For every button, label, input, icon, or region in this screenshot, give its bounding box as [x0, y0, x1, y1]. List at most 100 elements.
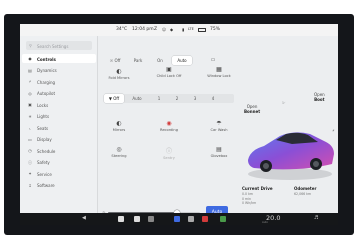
trunk-label: Boot — [314, 97, 325, 102]
child-lock-button[interactable]: ▣ Child Lock Off — [152, 66, 186, 86]
car-model-image — [248, 132, 334, 180]
volume-icon[interactable]: ♬ — [314, 215, 318, 221]
battery-level: 75% — [210, 27, 221, 32]
search-input[interactable]: ⚲ Search Settings — [26, 41, 92, 50]
car-wash-button[interactable]: ☂ Car Wash — [202, 120, 236, 140]
sidebar-item-seats[interactable]: ⌞ Seats — [22, 123, 96, 132]
frunk-label: Bonnet — [244, 109, 261, 114]
toggle-icon: ◉ — [28, 56, 32, 61]
display-icon: ▭ — [28, 136, 32, 142]
touchscreen: 34°C 12:04 pm Z ☺ ◆ ▮ LTE 75% ⚲ Search S… — [20, 24, 338, 225]
sidebar-item-locks[interactable]: ▣ Locks — [22, 100, 96, 109]
sidebar-item-dynamics[interactable]: ▤ Dynamics — [22, 66, 96, 75]
window-lock-button[interactable]: ▦ Window Lock — [202, 66, 236, 86]
headlights-off-button[interactable]: ☉ Off — [104, 56, 126, 65]
tile-label: Mirrors — [112, 128, 126, 132]
sentry-button[interactable]: ⓘ Sentry — [152, 146, 186, 166]
search-placeholder: Search Settings — [37, 43, 69, 49]
headlights-on-button[interactable]: On — [150, 56, 170, 65]
wiper-speed-4-button[interactable]: 4 — [206, 94, 220, 103]
sidebar-item-safety[interactable]: ⓘ Safety — [22, 158, 96, 167]
wiper-speed-2-button[interactable]: 2 — [170, 94, 184, 103]
headlight-mode-label: Off — [114, 58, 121, 63]
outside-temperature: 34°C — [116, 27, 128, 32]
pointer-cursor-icon: ☞ — [282, 100, 286, 105]
frunk-button[interactable]: Open Bonnet — [244, 104, 260, 114]
bluetooth-icon[interactable] — [174, 216, 180, 222]
headlights-auto-button[interactable]: Auto — [172, 56, 192, 65]
signal-label: LTE — [188, 27, 194, 31]
rear-rim — [313, 161, 319, 167]
download-icon: ↧ — [28, 182, 32, 188]
signal-icon: ▮ — [182, 27, 185, 32]
wiper-speed-3-button[interactable]: 3 — [188, 94, 202, 103]
tile-label: Child Lock Off — [156, 74, 182, 78]
mirror-icon: ◐ — [116, 120, 122, 127]
car-icon[interactable] — [118, 216, 124, 222]
lock-icon: ▣ — [28, 102, 32, 107]
current-drive-efficiency: 0 Wh/km — [242, 201, 257, 205]
controls-panel: ☉ Off Park On Auto ▭ ◐ Fold Mirrors ▣ Ch… — [100, 36, 238, 220]
headlights-park-button[interactable]: Park — [128, 56, 148, 65]
taskbar: ◀ 20.0 Auto ♬ — [20, 213, 338, 225]
shield-icon: ⓘ — [28, 159, 32, 165]
wiper-off-button[interactable]: ▼ Off — [104, 94, 124, 103]
car-status-panel: Open Bonnet Open Boot ☞ ⚡ Current Drive … — [240, 36, 338, 213]
wiper-speed-1-button[interactable]: 1 — [152, 94, 166, 103]
sidebar-item-schedule[interactable]: ◷ Schedule — [22, 146, 96, 155]
sidebar-item-charging[interactable]: ⚡ Charging — [22, 77, 96, 86]
steering-wheel-icon: ◎ — [116, 146, 122, 153]
cabin-temperature[interactable]: 20.0 — [266, 214, 280, 222]
tile-label: Window Lock — [207, 74, 231, 78]
fold-mirrors-button[interactable]: ◐ Fold Mirrors — [102, 68, 136, 88]
glovebox-button[interactable]: ▤ Glovebox — [202, 146, 236, 166]
current-drive-label: Current Drive — [242, 186, 273, 191]
search-icon: ⚲ — [29, 43, 32, 48]
clock-icon: ◷ — [28, 148, 32, 153]
glovebox-icon: ▤ — [216, 146, 222, 153]
back-arrow-icon[interactable]: ◀ — [82, 215, 86, 221]
sidebar-item-display[interactable]: ▭ Display — [22, 135, 96, 144]
sidebar-item-label: Autopilot — [37, 91, 56, 96]
bolt-icon: ⚡ — [28, 79, 32, 84]
steering-button[interactable]: ◎ Steering — [102, 146, 136, 166]
sidebar-item-service[interactable]: ✦ Service — [22, 169, 96, 178]
tile-label: Car Wash — [210, 128, 228, 132]
sidebar-item-label: Service — [37, 171, 52, 177]
sidebar-item-controls[interactable]: ◉ Controls — [22, 54, 96, 63]
shield-icon: ⓘ — [165, 148, 172, 155]
wiper-auto-button[interactable]: Auto — [128, 94, 146, 103]
window-lock-icon: ▦ — [216, 66, 222, 73]
odometer-label: Odometer — [294, 186, 317, 191]
notification-icon[interactable]: ◆ — [170, 27, 173, 32]
sidebar-item-lights[interactable]: ☀ Lights — [22, 112, 96, 121]
profile-initial[interactable]: Z — [154, 27, 157, 32]
status-bar: 34°C 12:04 pm Z ☺ ◆ ▮ LTE 75% — [20, 24, 338, 36]
battery-icon — [198, 27, 206, 32]
sidebar-item-label: Dynamics — [37, 68, 57, 73]
sidebar-item-label: Locks — [37, 102, 49, 108]
sidebar-item-label: Safety — [37, 160, 50, 165]
recording-button[interactable]: ◉ Recording — [152, 120, 186, 140]
charge-port-icon[interactable]: ⚡ — [332, 128, 335, 133]
media-icon[interactable] — [148, 216, 154, 222]
sidebar-item-label: Schedule — [37, 148, 56, 154]
calendar-icon[interactable] — [220, 216, 226, 222]
record-icon: ◉ — [166, 120, 172, 127]
odometer-value: 62,066 km — [294, 192, 312, 196]
sidebar-item-software[interactable]: ↧ Software — [22, 181, 96, 190]
profile-icon[interactable]: ☺ — [162, 27, 166, 32]
sidebar-item-autopilot[interactable]: ◎ Autopilot — [22, 89, 96, 98]
tile-label: Recording — [160, 128, 178, 132]
mirror-icon: ◐ — [116, 68, 122, 75]
mirrors-button[interactable]: ◐ Mirrors — [102, 120, 136, 140]
camera-icon[interactable] — [188, 216, 194, 222]
child-lock-icon: ▣ — [166, 66, 172, 73]
tile-label: Glovebox — [210, 154, 228, 158]
fog-light-button[interactable]: ▭ — [206, 56, 220, 65]
sidebar-item-label: Seats — [37, 125, 49, 131]
trunk-button[interactable]: Open Boot — [314, 92, 325, 102]
phone-icon[interactable] — [134, 216, 140, 222]
sidebar-item-label: Software — [37, 183, 55, 188]
apps-icon[interactable] — [202, 216, 208, 222]
